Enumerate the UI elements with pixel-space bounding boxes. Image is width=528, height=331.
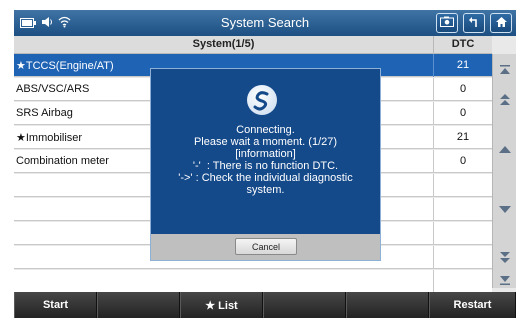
empty-button-2 (263, 292, 346, 318)
double-chevron-up-icon (499, 93, 511, 109)
back-arrow-icon (468, 16, 480, 31)
row-dtc-count: 21 (433, 126, 492, 149)
double-chevron-down-icon (499, 251, 511, 267)
scroll-down-button[interactable] (495, 199, 515, 221)
row-dtc-count (433, 246, 492, 269)
restart-button[interactable]: Restart (429, 292, 516, 318)
start-button[interactable]: Start (14, 292, 97, 318)
row-system-name: Combination meter (16, 155, 109, 167)
table-row[interactable] (14, 270, 492, 293)
row-system-name: ★TCCS(Engine/AT) (16, 60, 114, 72)
row-system-name: ★Immobiliser (16, 132, 83, 144)
row-system-name: SRS Airbag (16, 107, 73, 119)
connecting-dialog: Connecting. Please wait a moment. (1/27)… (150, 68, 381, 261)
camera-button[interactable] (436, 13, 458, 33)
cancel-button[interactable]: Cancel (235, 238, 297, 255)
camera-icon (440, 16, 454, 30)
scroll-page-up-button[interactable] (495, 90, 515, 112)
dialog-line-4: '-' : There is no function DTC. (192, 160, 339, 172)
chevron-up-icon (499, 145, 511, 157)
scroll-bottom-icon (499, 275, 511, 288)
home-button[interactable] (490, 13, 512, 33)
scroll-top-icon (499, 64, 511, 78)
dialog-line-2: Please wait a moment. (1/27) (193, 136, 338, 148)
header-system: System(1/5) (192, 38, 255, 50)
scroll-up-button[interactable] (495, 140, 515, 162)
row-dtc-count: 21 (433, 54, 492, 77)
row-system-name: ABS/VSC/ARS (16, 83, 90, 95)
scroll-page-down-button[interactable] (495, 248, 515, 270)
dialog-message: Connecting. Please wait a moment. (1/27)… (157, 124, 374, 196)
empty-button-3 (346, 292, 429, 318)
row-dtc-count: 0 (433, 150, 492, 173)
app-window: System Search System(1/5) DTC ★TCCS(Engi… (14, 10, 516, 318)
dialog-line-6: system. (246, 184, 285, 196)
list-button[interactable]: ★ List (180, 292, 263, 318)
scroll-top-button[interactable] (495, 60, 515, 82)
header-dtc: DTC (433, 36, 492, 54)
empty-button-1 (97, 292, 180, 318)
back-button[interactable] (463, 13, 485, 33)
home-icon (495, 16, 508, 31)
dialog-line-1: Connecting. (236, 124, 295, 136)
row-dtc-count (433, 174, 492, 197)
row-dtc-count (433, 270, 492, 293)
dialog-footer: Cancel (151, 234, 380, 260)
bottom-toolbar: Start ★ List Restart (14, 292, 516, 318)
dialog-line-3: [information] (235, 148, 296, 160)
scroll-bottom-button[interactable] (495, 270, 515, 292)
logo-icon (247, 85, 277, 115)
row-dtc-count (433, 222, 492, 245)
dialog-line-5: '->' : Check the individual diagnostic (178, 172, 353, 184)
title-bar: System Search (14, 10, 516, 36)
scroll-column (492, 54, 516, 288)
row-dtc-count (433, 198, 492, 221)
row-dtc-count: 0 (433, 78, 492, 101)
row-dtc-count: 0 (433, 102, 492, 125)
chevron-down-icon (499, 204, 511, 216)
table-header: System(1/5) DTC (14, 36, 492, 54)
